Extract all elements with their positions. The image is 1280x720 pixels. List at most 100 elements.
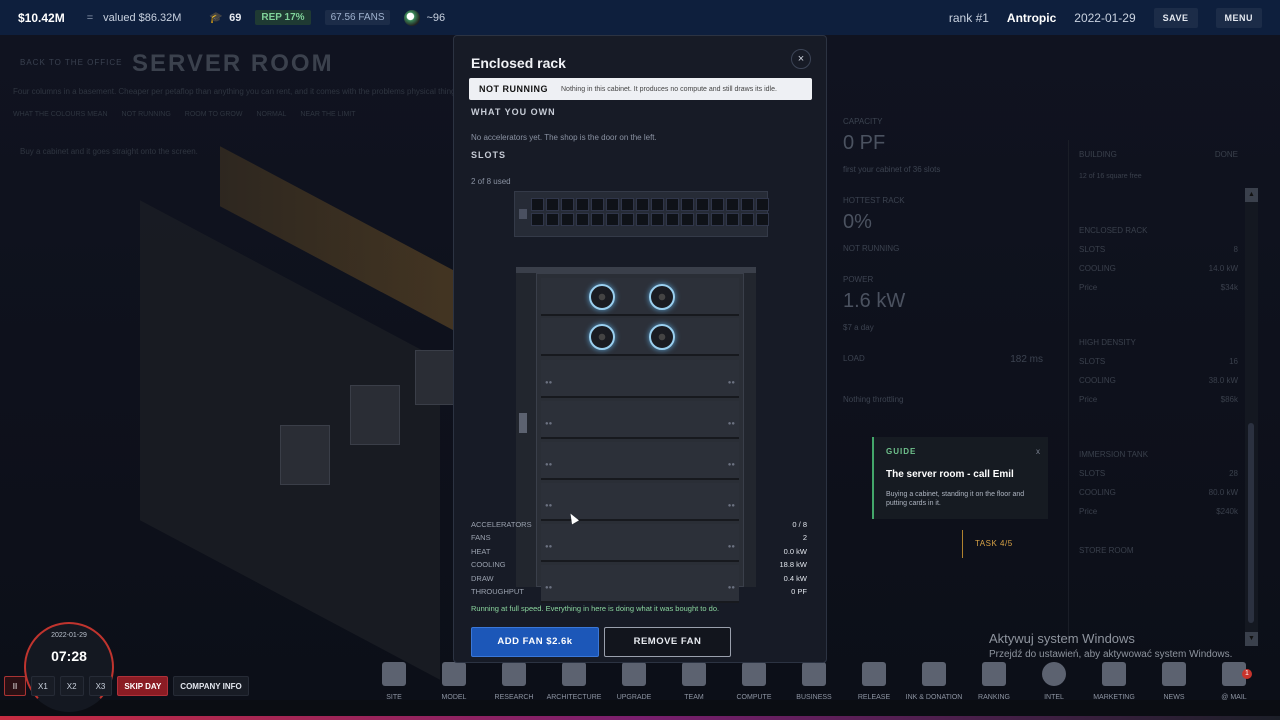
news-icon [1162,662,1186,686]
stat-row: COOLING 18.8 kW [471,560,807,569]
scroll-down-arrow-icon[interactable]: ▼ [1245,632,1258,646]
dock-item-business[interactable]: BUSINESS [784,662,844,701]
empty-slot-unit[interactable]: ●● ●● [541,524,739,562]
slot-cell[interactable] [741,198,754,211]
slot-cell[interactable] [576,213,589,226]
cabinet-block[interactable] [350,385,400,445]
cabinet-block[interactable] [280,425,330,485]
slot-cell[interactable] [591,213,604,226]
slot-cell[interactable] [696,198,709,211]
pause-button[interactable]: II [4,676,26,696]
speed-controls: II X1 X2 X3 SKIP DAY COMPANY INFO [4,676,249,696]
cooling-value: 14.0 kW [1208,264,1238,273]
stat-label: THROUGHPUT [471,587,524,596]
power-label: POWER [843,275,874,284]
shop-item-immersion-tank[interactable]: IMMERSION TANK SLOTS 28 COOLING 80.0 kW Pr… [1079,450,1238,516]
slot-grid[interactable] [531,198,769,226]
fan-icon[interactable] [649,324,675,350]
slot-cell[interactable] [621,198,634,211]
save-button[interactable]: SAVE [1153,7,1198,28]
slot-strip[interactable] [514,191,769,237]
slot-cell[interactable] [546,213,559,226]
speed-x1-button[interactable]: X1 [31,676,55,696]
slot-cell[interactable] [726,198,739,211]
back-to-office-link[interactable]: BACK TO THE OFFICE [20,58,122,67]
slot-cell[interactable] [666,198,679,211]
dock-item-donation[interactable]: INK & DONATION [904,662,964,701]
dock-item-site[interactable]: SITE [364,662,424,701]
scroll-up-arrow-icon[interactable]: ▲ [1245,188,1258,202]
research-icon [502,662,526,686]
remove-fan-button[interactable]: REMOVE FAN [604,627,731,657]
dock-item-architecture[interactable]: ARCHITECTURE [544,662,604,701]
shop-title: BUILDING [1079,150,1117,159]
dock-item-release[interactable]: RELEASE [844,662,904,701]
dock-item-team[interactable]: TEAM [664,662,724,701]
menu-button[interactable]: MENU [1215,7,1262,28]
slot-cell[interactable] [636,198,649,211]
slot-cell[interactable] [696,213,709,226]
cooling-label: COOLING [1079,376,1116,385]
shop-done-button[interactable]: DONE [1215,150,1238,159]
slot-cell[interactable] [651,213,664,226]
dock-item-marketing[interactable]: MARKETING [1084,662,1144,701]
mail-unread-badge: 1 [1242,669,1252,679]
slot-cell[interactable] [756,213,769,226]
slot-cell[interactable] [561,213,574,226]
slot-cell[interactable] [576,198,589,211]
slot-cell[interactable] [681,198,694,211]
avatar[interactable] [404,9,421,26]
empty-slot-unit[interactable]: ●● ●● [541,360,739,398]
slot-cell[interactable] [756,198,769,211]
slot-cell[interactable] [636,213,649,226]
dock-item-ranking[interactable]: RANKING [964,662,1024,701]
slot-cell[interactable] [711,213,724,226]
business-icon [802,662,826,686]
add-fan-button[interactable]: ADD FAN $2.6k [471,627,599,657]
shop-item-high-density[interactable]: HIGH DENSITY SLOTS 16 COOLING 38.0 kW Pric… [1079,338,1238,404]
cabinet-block[interactable] [415,350,455,405]
slot-cell[interactable] [681,213,694,226]
shop-scrollbar[interactable]: ▲ ▼ [1245,188,1258,646]
dock-item-research[interactable]: RESEARCH [484,662,544,701]
dock-item-upgrade[interactable]: UPGRADE [604,662,664,701]
slot-cell[interactable] [531,213,544,226]
slot-cell[interactable] [666,213,679,226]
fan-icon[interactable] [649,284,675,310]
fan-unit[interactable] [541,278,739,316]
company-info-button[interactable]: COMPANY INFO [173,676,249,696]
slot-cell[interactable] [591,198,604,211]
speed-x2-button[interactable]: X2 [59,676,84,696]
guide-close-icon[interactable]: x [1036,447,1040,456]
task-progress[interactable]: TASK 4/5 [962,530,1025,558]
slot-cell[interactable] [546,198,559,211]
slot-cell[interactable] [741,213,754,226]
fan-unit[interactable] [541,318,739,356]
slot-cell[interactable] [651,198,664,211]
speed-x3-button[interactable]: X3 [88,676,113,696]
fan-icon[interactable] [589,284,615,310]
dock-item-compute[interactable]: COMPUTE [724,662,784,701]
skip-day-button[interactable]: SKIP DAY [117,676,169,696]
legend-near-limit: NEAR THE LIMIT [300,111,356,118]
isometric-floor[interactable] [140,146,460,680]
dock-item-mail[interactable]: 1 @ MAIL [1204,662,1264,701]
close-icon[interactable]: × [791,49,811,69]
dock-item-model[interactable]: MODEL [424,662,484,701]
dock-item-intel[interactable]: INTEL [1024,662,1084,701]
dock-item-news[interactable]: NEWS [1144,662,1204,701]
slot-cell[interactable] [561,198,574,211]
empty-slot-unit[interactable]: ●● ●● [541,442,739,480]
slot-cell[interactable] [726,213,739,226]
slot-cell[interactable] [606,198,619,211]
slot-cell[interactable] [621,213,634,226]
ceo-avatar-group[interactable]: ~96 [404,9,445,26]
scroll-thumb[interactable] [1248,423,1254,623]
empty-slot-unit[interactable]: ●● ●● [541,401,739,439]
slot-cell[interactable] [531,198,544,211]
shop-item-enclosed-rack[interactable]: ENCLOSED RACK SLOTS 8 COOLING 14.0 kW Pric… [1079,226,1238,292]
empty-slot-unit[interactable]: ●● ●● [541,565,739,603]
fan-icon[interactable] [589,324,615,350]
slot-cell[interactable] [711,198,724,211]
slot-cell[interactable] [606,213,619,226]
